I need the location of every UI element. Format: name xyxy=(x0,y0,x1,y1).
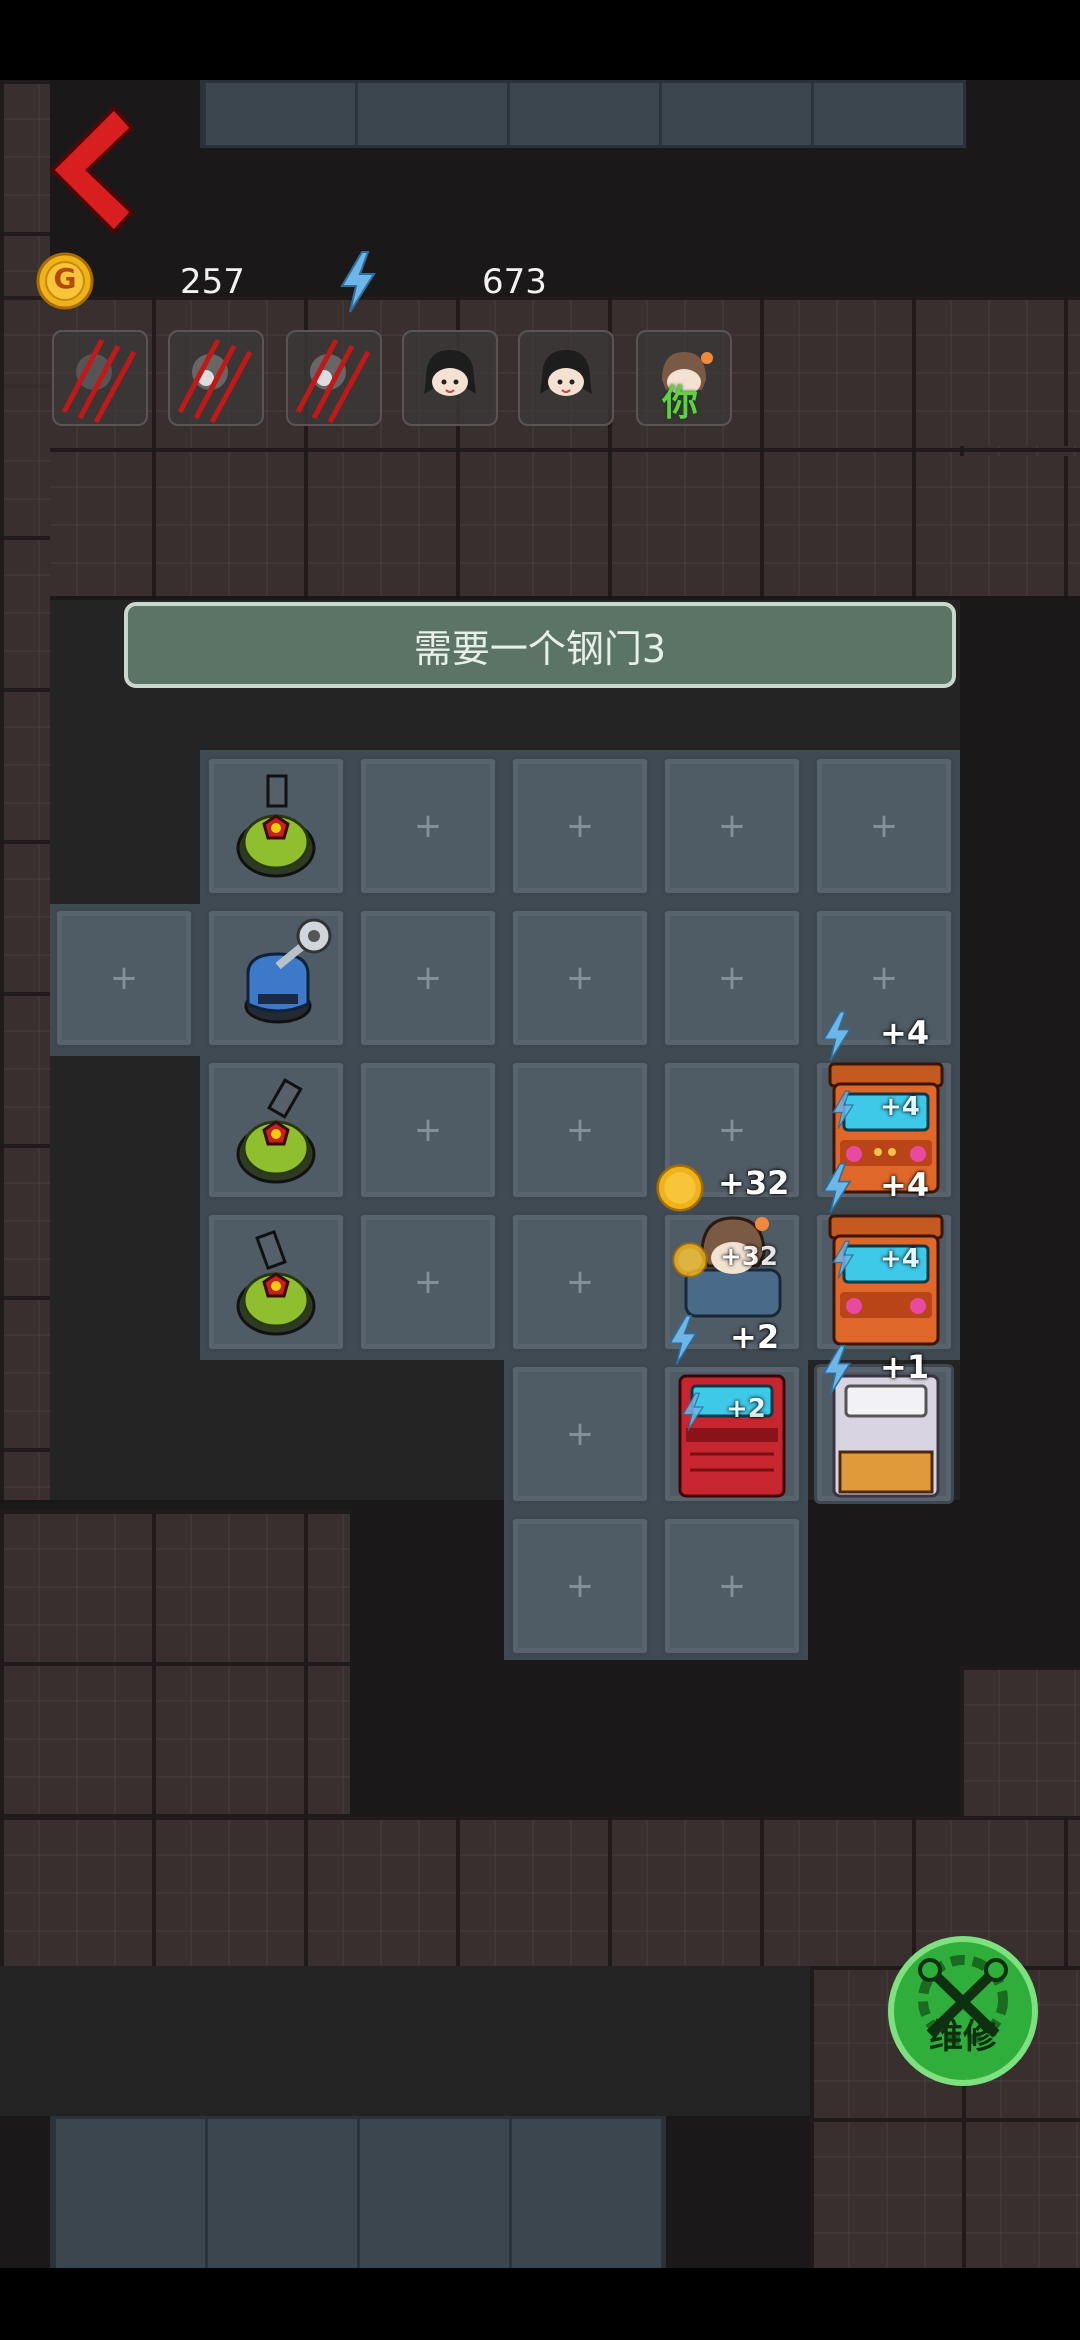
arcade-1-gain-small: +4 xyxy=(880,1092,920,1122)
you-label: 你 xyxy=(662,383,699,424)
brick-wall-top-right xyxy=(760,296,1080,446)
coin-gain-small: +32 xyxy=(720,1242,778,1272)
party-slot-3[interactable] xyxy=(286,330,382,426)
energy-gain-icon xyxy=(822,1344,852,1395)
party-slot-you[interactable]: 你 xyxy=(636,330,732,426)
party-slot-1[interactable] xyxy=(52,330,148,426)
party-slot-4[interactable] xyxy=(402,330,498,426)
back-arrow-icon xyxy=(49,105,135,235)
coin-gain-icon xyxy=(656,1164,704,1212)
arcade-2-gain-large: +4 xyxy=(880,1166,930,1204)
claw-scratch-icon xyxy=(295,338,371,424)
coin-count: 257 xyxy=(180,262,245,302)
turret-icon xyxy=(236,1229,316,1336)
turret-building[interactable] xyxy=(226,1222,326,1342)
arcade-2-gain-small: +4 xyxy=(880,1244,920,1274)
hint-banner: 需要一个钢门3 xyxy=(124,602,956,688)
energy-count: 673 xyxy=(482,262,547,302)
turret-icon xyxy=(236,774,316,878)
energy-gain-small-icon xyxy=(831,1240,855,1280)
girl-avatar-icon xyxy=(540,350,592,396)
floor-tile[interactable]: + xyxy=(510,1516,650,1656)
party-slot-5[interactable] xyxy=(518,330,614,426)
turret-building[interactable] xyxy=(226,764,326,884)
arcade-machine-red[interactable] xyxy=(670,1362,794,1502)
wrench-station-icon xyxy=(244,918,332,1024)
hint-banner-text: 需要一个钢门3 xyxy=(413,626,667,671)
energy-gain-small-icon xyxy=(681,1392,705,1432)
arcade-4-gain-large: +1 xyxy=(880,1348,930,1386)
floor-tile[interactable]: + xyxy=(358,756,498,896)
navigation-bar xyxy=(0,2268,1080,2340)
arcade-icon xyxy=(678,1374,786,1498)
claw-scratch-icon xyxy=(61,338,137,424)
coin-icon: G xyxy=(36,252,94,310)
energy-icon xyxy=(338,250,378,314)
floor-tile[interactable]: + xyxy=(510,756,650,896)
brick-wall-lower-right xyxy=(960,1666,1080,1826)
back-button[interactable] xyxy=(44,104,135,235)
floor-tile[interactable]: + xyxy=(358,1060,498,1200)
repair-button-label: 维修 xyxy=(929,2017,997,2057)
floor-tile[interactable]: + xyxy=(54,908,194,1048)
energy-gain-icon xyxy=(822,1010,852,1061)
floor-tile[interactable]: + xyxy=(662,756,802,896)
floor-tile[interactable]: + xyxy=(814,756,954,896)
floor-tile[interactable]: + xyxy=(358,908,498,1048)
brick-wall-lower-left xyxy=(0,1510,350,1826)
energy-gain-icon xyxy=(668,1314,698,1365)
arcade-1-gain-large: +4 xyxy=(880,1014,930,1052)
energy-gain-small-icon xyxy=(831,1090,855,1130)
arcade-3-gain-small: +2 xyxy=(726,1394,766,1424)
steel-wall-bottom xyxy=(50,2116,666,2274)
steel-wall-top xyxy=(200,80,966,148)
girl-avatar-icon xyxy=(424,350,476,396)
floor-tile[interactable]: + xyxy=(510,1212,650,1352)
arcade-icon xyxy=(828,1214,944,1346)
coin-gain-large: +32 xyxy=(718,1164,790,1202)
brick-wall-bottom xyxy=(0,1816,1080,1966)
repair-station[interactable] xyxy=(230,914,340,1034)
turret-building[interactable] xyxy=(226,1070,326,1190)
claw-scratch-icon xyxy=(177,338,253,424)
arcade-machine-orange[interactable] xyxy=(824,1210,948,1350)
floor-tile[interactable]: + xyxy=(358,1212,498,1352)
turret-icon xyxy=(236,1078,316,1184)
floor-tile[interactable]: + xyxy=(510,1060,650,1200)
floor-tile[interactable]: + xyxy=(510,1364,650,1504)
floor-tile[interactable]: + xyxy=(662,1516,802,1656)
energy-gain-icon xyxy=(822,1162,852,1213)
dark-corridor-bottom xyxy=(0,1966,810,2116)
floor-tile[interactable]: + xyxy=(510,908,650,1048)
coin-gain-small-icon xyxy=(672,1242,708,1278)
repair-button[interactable]: 维修 xyxy=(888,1936,1038,2086)
floor-tile[interactable]: + xyxy=(662,908,802,1048)
arcade-3-gain-large: +2 xyxy=(730,1318,780,1356)
party-slot-2[interactable] xyxy=(168,330,264,426)
coin-icon-letter: G xyxy=(53,262,77,295)
status-bar xyxy=(0,0,1080,80)
